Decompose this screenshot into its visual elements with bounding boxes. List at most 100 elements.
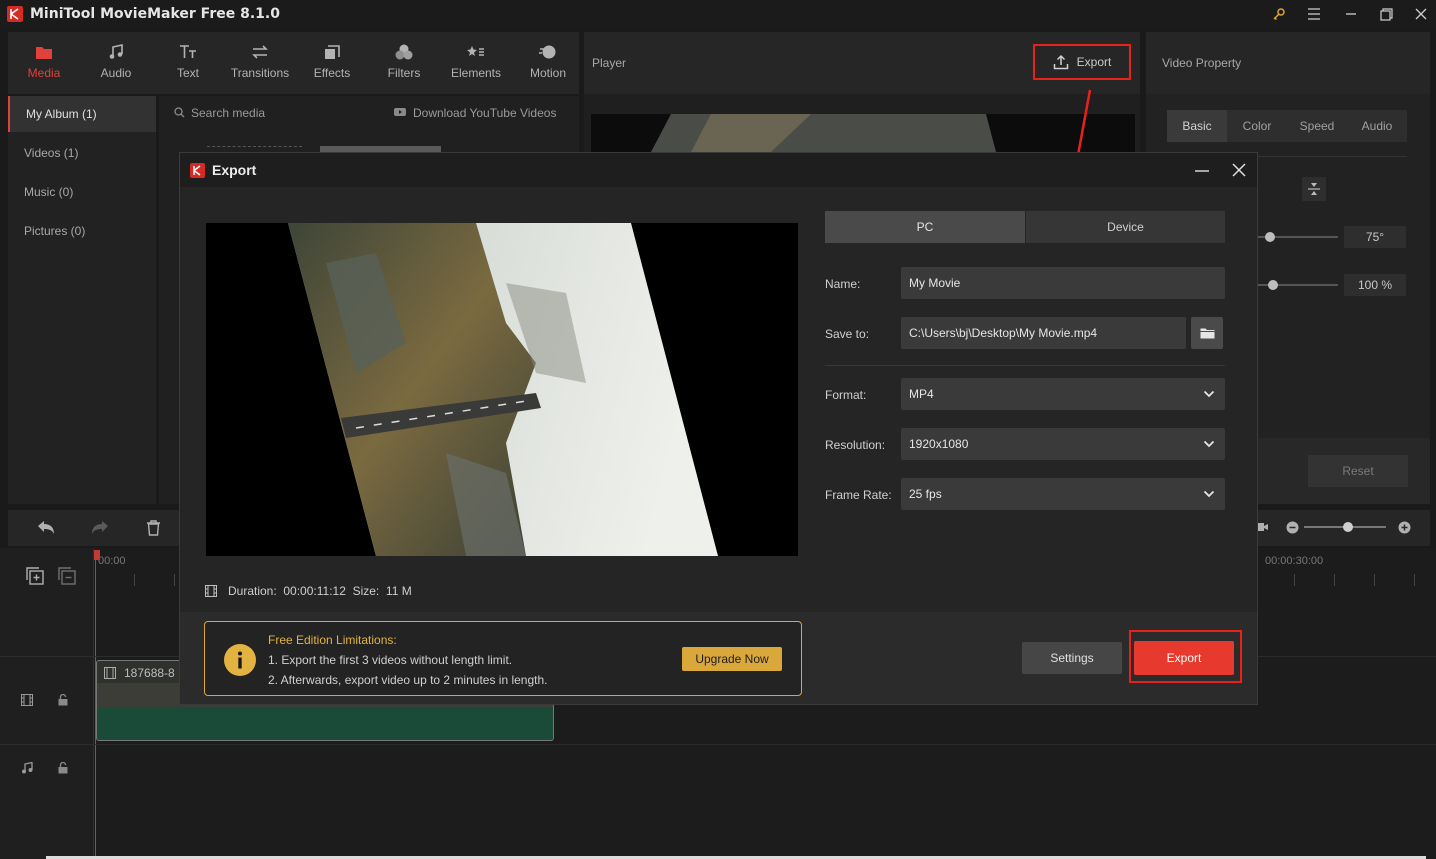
dialog-logo-icon bbox=[190, 163, 205, 178]
playhead-handle[interactable] bbox=[94, 550, 100, 560]
dialog-header: Export bbox=[180, 153, 1257, 187]
remove-track-icon[interactable] bbox=[58, 567, 76, 585]
folder-icon bbox=[35, 42, 53, 62]
track-header-column bbox=[0, 548, 94, 859]
tab-pc[interactable]: PC bbox=[825, 211, 1025, 243]
save-path-input[interactable]: C:\Users\bj\Desktop\My Movie.mp4 bbox=[901, 317, 1186, 349]
format-select[interactable]: MP4 bbox=[901, 378, 1225, 410]
text-icon bbox=[179, 42, 197, 62]
limitation-line-2: 2. Afterwards, export video up to 2 minu… bbox=[268, 673, 548, 687]
player-export-button[interactable]: Export bbox=[1033, 44, 1131, 80]
video-track-lock-icon[interactable] bbox=[58, 694, 68, 706]
player-preview bbox=[591, 114, 1135, 152]
name-label: Name: bbox=[825, 277, 861, 291]
export-preview bbox=[206, 223, 798, 556]
chevron-down-icon bbox=[1203, 390, 1215, 398]
dialog-close-icon[interactable] bbox=[1230, 161, 1248, 179]
resolution-select[interactable]: 1920x1080 bbox=[901, 428, 1225, 460]
sidebar-item-music[interactable]: Music (0) bbox=[8, 174, 156, 210]
clip-film-icon bbox=[104, 667, 116, 679]
audio-track-icon bbox=[21, 762, 33, 774]
maximize-icon[interactable] bbox=[1375, 4, 1397, 24]
save-to-label: Save to: bbox=[825, 327, 870, 341]
duration-info: Duration: 00:00:11:12 Size: 11 M bbox=[228, 584, 412, 598]
chevron-down-icon bbox=[1203, 490, 1215, 498]
flip-vertical-icon[interactable] bbox=[1302, 177, 1326, 201]
close-window-icon[interactable] bbox=[1410, 4, 1432, 24]
sidebar-item-my-album[interactable]: My Album (1) bbox=[8, 96, 156, 132]
sidebar-item-videos[interactable]: Videos (1) bbox=[8, 135, 156, 171]
add-track-icon[interactable] bbox=[26, 567, 44, 585]
dialog-body: Duration: 00:00:11:12 Size: 11 M PC Devi… bbox=[180, 187, 1257, 612]
tab-device[interactable]: Device bbox=[1026, 211, 1225, 243]
dialog-footer: Free Edition Limitations: 1. Export the … bbox=[180, 613, 1257, 704]
timeline-time-mark: 00:00:30:00 bbox=[1265, 555, 1324, 567]
search-media-input[interactable]: Search media bbox=[191, 106, 265, 120]
export-button[interactable]: Export bbox=[1134, 641, 1234, 675]
menu-icon[interactable] bbox=[1303, 4, 1325, 24]
film-icon bbox=[205, 585, 217, 597]
sidebar-item-pictures[interactable]: Pictures (0) bbox=[8, 213, 156, 249]
tab-color[interactable]: Color bbox=[1227, 110, 1287, 142]
toolbar-text[interactable]: Text bbox=[153, 42, 223, 86]
toolbar-media[interactable]: Media bbox=[9, 42, 79, 86]
timeline-start-time: 00:00 bbox=[98, 555, 126, 567]
upgrade-now-button[interactable]: Upgrade Now bbox=[682, 647, 782, 671]
search-icon bbox=[174, 107, 185, 118]
format-label: Format: bbox=[825, 388, 867, 402]
tab-speed[interactable]: Speed bbox=[1287, 110, 1347, 142]
effects-icon bbox=[324, 42, 340, 62]
toolbar-filters[interactable]: Filters bbox=[369, 42, 439, 86]
form-divider bbox=[825, 365, 1225, 366]
browse-folder-button[interactable] bbox=[1191, 317, 1223, 349]
upload-icon bbox=[1053, 54, 1069, 70]
minimize-icon[interactable] bbox=[1340, 4, 1362, 24]
name-input[interactable]: My Movie bbox=[901, 267, 1225, 299]
dialog-minimize-icon[interactable] bbox=[1193, 162, 1211, 180]
folder-open-icon bbox=[1200, 328, 1214, 339]
filters-icon bbox=[395, 42, 413, 62]
youtube-icon bbox=[393, 106, 407, 118]
toolbar-transitions[interactable]: Transitions bbox=[225, 42, 295, 86]
video-property-title: Video Property bbox=[1162, 56, 1242, 70]
clip-name: 187688-8 bbox=[124, 666, 175, 680]
music-note-icon bbox=[108, 42, 124, 62]
zoom-out-icon[interactable] bbox=[1286, 521, 1299, 534]
video-track-icon bbox=[21, 694, 33, 706]
audio-track-lock-icon[interactable] bbox=[58, 762, 68, 774]
player-label: Player bbox=[592, 56, 627, 70]
toolbar-elements[interactable]: Elements bbox=[441, 42, 511, 86]
limitation-title: Free Edition Limitations: bbox=[268, 633, 397, 647]
elements-icon bbox=[467, 42, 485, 62]
download-youtube-link[interactable]: Download YouTube Videos bbox=[413, 106, 556, 120]
delete-icon[interactable] bbox=[146, 520, 161, 536]
settings-button[interactable]: Settings bbox=[1022, 642, 1122, 674]
title-bar: MiniTool MovieMaker Free 8.1.0 bbox=[0, 0, 1436, 28]
undo-icon[interactable] bbox=[37, 520, 55, 536]
tab-audio[interactable]: Audio bbox=[1347, 110, 1407, 142]
free-edition-notice: Free Edition Limitations: 1. Export the … bbox=[204, 621, 802, 696]
frame-rate-label: Frame Rate: bbox=[825, 488, 892, 502]
resolution-label: Resolution: bbox=[825, 438, 886, 452]
app-logo-icon bbox=[7, 6, 23, 22]
rotation-value[interactable]: 75° bbox=[1344, 226, 1406, 248]
zoom-in-icon[interactable] bbox=[1398, 521, 1411, 534]
app-title: MiniTool MovieMaker Free 8.1.0 bbox=[30, 6, 280, 22]
chevron-down-icon bbox=[1203, 440, 1215, 448]
key-icon[interactable] bbox=[1268, 4, 1290, 24]
track-divider-2 bbox=[0, 744, 1436, 745]
scale-slider-knob[interactable] bbox=[1268, 280, 1278, 290]
redo-icon[interactable] bbox=[91, 520, 109, 536]
rotation-slider-knob[interactable] bbox=[1265, 232, 1275, 242]
motion-icon bbox=[539, 42, 557, 62]
toolbar-effects[interactable]: Effects bbox=[297, 42, 367, 86]
limitation-line-1: 1. Export the first 3 videos without len… bbox=[268, 653, 513, 667]
frame-rate-select[interactable]: 25 fps bbox=[901, 478, 1225, 510]
reset-button[interactable]: Reset bbox=[1308, 455, 1408, 487]
toolbar-motion[interactable]: Motion bbox=[513, 42, 583, 86]
info-icon bbox=[224, 644, 256, 676]
zoom-slider-knob[interactable] bbox=[1343, 522, 1353, 532]
toolbar-audio[interactable]: Audio bbox=[81, 42, 151, 86]
scale-value[interactable]: 100 % bbox=[1344, 274, 1406, 296]
tab-basic[interactable]: Basic bbox=[1167, 110, 1227, 142]
